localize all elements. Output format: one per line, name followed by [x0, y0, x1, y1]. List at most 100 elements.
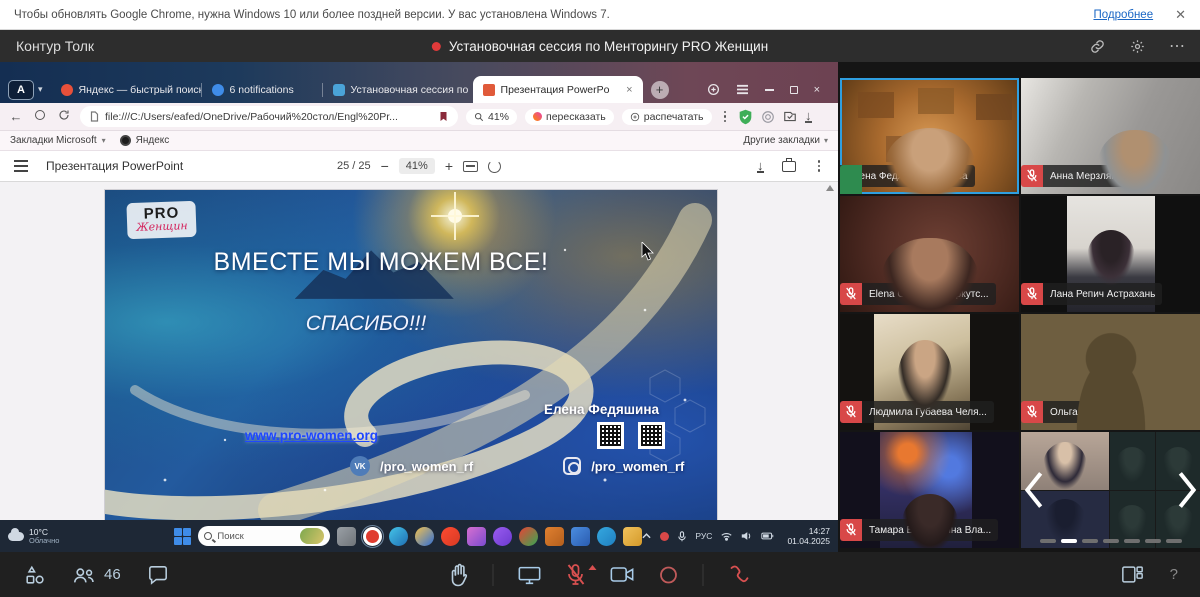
fit-width-icon[interactable]: [463, 160, 479, 172]
tab-notifications[interactable]: 6 notifications: [202, 78, 322, 102]
participant-tile[interactable]: Elena Gorshkova Иркутс...: [840, 196, 1019, 312]
participants-button[interactable]: [72, 565, 96, 585]
bookmark-yandex[interactable]: Яндекс: [119, 135, 169, 146]
screen-share-button[interactable]: [518, 564, 542, 586]
weather-widget[interactable]: 10°C Облачно: [8, 527, 82, 545]
help-button[interactable]: ?: [1170, 566, 1178, 583]
toolbox-shapes-icon[interactable]: [24, 564, 46, 586]
participant-tile[interactable]: Елена Федяшина, Москва: [840, 78, 1019, 194]
tab-yandex-search[interactable]: Яндекс — быстрый поиск: [51, 78, 201, 102]
participant-tile[interactable]: Анна Мерзлякова: [1021, 78, 1200, 194]
tab-presentation-active[interactable]: Презентация PowerPo ×: [472, 76, 643, 103]
pdf-print-icon[interactable]: [781, 157, 796, 172]
tab-list-chevron-icon[interactable]: ▾: [38, 84, 43, 95]
pdf-viewport[interactable]: PRO Женщин ВМЕСТЕ МЫ МОЖЕМ ВСЕ! СПАСИБО!…: [0, 182, 838, 520]
end-call-button[interactable]: [728, 564, 752, 586]
toolbar-more-icon[interactable]: [720, 110, 731, 123]
hidden-icons-caret[interactable]: [642, 533, 652, 539]
collections-icon[interactable]: [783, 110, 797, 123]
edge-browser-icon[interactable]: [389, 526, 409, 546]
browser-menu-icon[interactable]: [736, 84, 749, 95]
restore-window-icon[interactable]: [789, 85, 798, 94]
volume-icon[interactable]: [741, 531, 752, 541]
photos-app-icon[interactable]: [467, 526, 487, 546]
window-app-icon[interactable]: [337, 526, 357, 546]
more-menu-icon[interactable]: ⋯: [1168, 37, 1186, 55]
pdf-more-icon[interactable]: [814, 160, 825, 172]
music-drop-app-icon[interactable]: [493, 526, 513, 546]
website-link[interactable]: www.pro-women.org: [245, 428, 378, 443]
participant-tile[interactable]: Ольга Шудрова: [1021, 314, 1200, 430]
back-icon[interactable]: ←: [8, 109, 24, 124]
browser-logo-icon[interactable]: A: [8, 79, 34, 100]
address-bar[interactable]: file:///C:/Users/eafed/OneDrive/Рабочий%…: [80, 106, 458, 127]
clock[interactable]: 14:27 01.04.2025: [787, 526, 830, 546]
rotate-page-icon[interactable]: [488, 159, 502, 173]
pdf-sidebar-toggle-icon[interactable]: [14, 160, 28, 172]
print-page-button[interactable]: распечатать: [621, 108, 712, 125]
taskbar-search[interactable]: Поиск: [198, 526, 331, 546]
language-indicator[interactable]: РУС: [695, 531, 712, 541]
system-tray: РУС 14:27 01.04.2025: [642, 526, 830, 546]
yandex-search-app-icon[interactable]: [441, 526, 461, 546]
camera-button[interactable]: [610, 565, 635, 584]
chat-button[interactable]: [147, 565, 169, 585]
bookmark-flag-icon[interactable]: [439, 111, 448, 122]
profile-icon[interactable]: [32, 109, 48, 124]
next-page-preview-tile[interactable]: [1021, 432, 1200, 548]
participant-tile[interactable]: Людмила Губаева Челя...: [840, 314, 1019, 430]
scrollbar-up-icon[interactable]: [826, 185, 834, 191]
tab-meeting-session[interactable]: Установочная сессия по: [323, 78, 473, 102]
tab-close-icon[interactable]: ×: [626, 84, 632, 96]
next-page-chevron-icon[interactable]: [1176, 470, 1198, 510]
pdf-zoom-level[interactable]: 41%: [398, 158, 435, 174]
slide-author-name: Елена Федяшина: [543, 402, 659, 417]
chevron-down-icon: ▾: [823, 136, 828, 145]
other-bookmarks-button[interactable]: Другие закладки ▾: [743, 135, 828, 146]
gem-app-icon[interactable]: [571, 526, 591, 546]
tray-mic-icon[interactable]: [678, 530, 687, 542]
downloads-icon[interactable]: ↓: [805, 109, 812, 123]
participant-status-icon: [840, 519, 862, 541]
zoom-in-button[interactable]: +: [445, 158, 453, 174]
yandex-browser-icon[interactable]: [360, 524, 385, 548]
close-window-icon[interactable]: ×: [814, 84, 820, 96]
sidebar-toggle-icon[interactable]: [707, 83, 720, 96]
skype-app-icon[interactable]: [597, 526, 617, 546]
new-tab-button[interactable]: +: [650, 80, 669, 99]
raise-hand-button[interactable]: [449, 563, 469, 587]
notification-close-icon[interactable]: ✕: [1175, 7, 1186, 23]
notification-details-link[interactable]: Подробнее: [1093, 9, 1153, 21]
tray-app-icon[interactable]: [660, 531, 670, 541]
wifi-icon[interactable]: [721, 532, 733, 541]
participant-tile[interactable]: Тамара Володькина Вла...: [840, 432, 1019, 548]
app-header: Контур Толк Установочная сессия по Менто…: [0, 30, 1200, 62]
zoom-out-button[interactable]: −: [381, 158, 389, 174]
store-app-icon[interactable]: [545, 526, 565, 546]
protect-shield-icon[interactable]: [738, 109, 753, 125]
chrome-browser-icon[interactable]: [519, 526, 539, 546]
swirl-app-icon[interactable]: [415, 526, 435, 546]
folder-explorer-icon[interactable]: [623, 526, 643, 546]
microphone-muted-button[interactable]: [566, 563, 597, 587]
record-button[interactable]: [659, 565, 679, 585]
reload-icon[interactable]: [56, 109, 72, 124]
mic-options-caret-icon[interactable]: [588, 564, 597, 570]
copy-link-icon[interactable]: [1088, 37, 1106, 55]
battery-icon[interactable]: [761, 532, 774, 540]
pdf-download-icon[interactable]: ↓: [757, 159, 764, 173]
minimize-window-icon[interactable]: [764, 88, 774, 91]
ad-block-icon[interactable]: [761, 110, 775, 124]
previous-page-chevron-icon[interactable]: [1023, 470, 1045, 510]
bookmarks-bar: Закладки Microsoft ▾ Яндекс Другие закла…: [0, 131, 838, 151]
layout-view-button[interactable]: [1121, 565, 1144, 584]
participants-panel: Елена Федяшина, Москва Анна Мерзлякова E…: [838, 62, 1200, 552]
page-zoom-control[interactable]: 41%: [466, 108, 518, 125]
retell-ai-button[interactable]: пересказать: [525, 108, 614, 125]
bookmark-folder-microsoft[interactable]: Закладки Microsoft ▾: [10, 135, 106, 146]
settings-gear-icon[interactable]: [1128, 37, 1146, 55]
participant-tile[interactable]: Лана Репич Астрахань: [1021, 196, 1200, 312]
start-button[interactable]: [174, 527, 192, 545]
page-dots[interactable]: [1029, 539, 1192, 543]
app-title: Контур Толк: [16, 38, 94, 54]
